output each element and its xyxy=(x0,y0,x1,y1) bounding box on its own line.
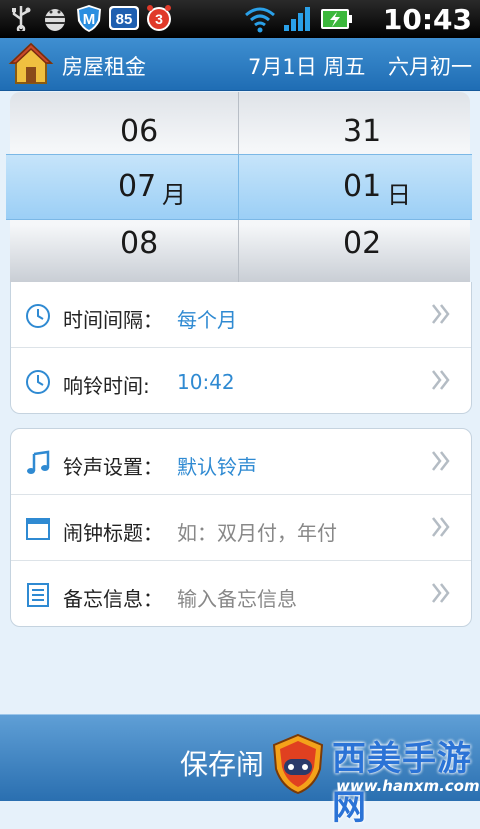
day-selected-cell[interactable]: 01 日 xyxy=(239,155,472,219)
memo-row[interactable]: 备忘信息： 输入备忘信息 xyxy=(11,560,471,626)
save-alarm-button[interactable]: 保存闹 xyxy=(180,743,264,783)
title-bar: 房屋租金 7月1日 周五 六月初一 xyxy=(0,38,480,91)
ring-time-label: 响铃时间: xyxy=(63,374,150,398)
alarm-3-icon: 3 xyxy=(144,3,174,33)
usb-icon xyxy=(6,3,36,33)
ring-time-value: 10:42 xyxy=(177,370,235,394)
chevron-right-icon xyxy=(431,368,451,392)
month-selected-cell[interactable]: 07 月 xyxy=(6,155,239,219)
battery-icon xyxy=(320,5,352,37)
day-unit: 日 xyxy=(387,181,411,209)
month-unit: 月 xyxy=(162,181,186,209)
header-date: 7月1日 周五 xyxy=(248,55,366,79)
page-title: 房屋租金 xyxy=(62,55,146,79)
clock-icon xyxy=(25,369,51,395)
month-next[interactable]: 08 xyxy=(120,226,158,261)
watermark-logo-icon xyxy=(270,733,326,795)
interval-row[interactable]: 时间间隔： 每个月 xyxy=(11,282,471,347)
day-prev[interactable]: 31 xyxy=(343,114,381,149)
badge-3-text: 3 xyxy=(155,11,163,27)
clock-icon xyxy=(25,303,51,329)
month-selected: 07 xyxy=(118,169,157,204)
memo-label: 备忘信息： xyxy=(63,587,163,611)
time-settings-card: 时间间隔： 每个月 响铃时间: 10:42 xyxy=(10,282,472,414)
signal-icon xyxy=(282,5,314,37)
wifi-icon xyxy=(244,5,276,37)
status-clock: 10:43 xyxy=(382,3,472,36)
day-next[interactable]: 02 xyxy=(343,226,381,261)
ringtone-row[interactable]: 铃声设置： 默认铃声 xyxy=(11,429,471,494)
m-shield-icon: M xyxy=(74,3,104,33)
status-bar: M 85 3 10:43 xyxy=(0,0,480,38)
interval-value: 每个月 xyxy=(177,308,237,332)
alarm-title-row[interactable]: 闹钟标题： 如：双月付，年付 xyxy=(11,494,471,560)
home-icon[interactable] xyxy=(8,41,54,87)
alarm-title-label: 闹钟标题： xyxy=(63,521,163,545)
memo-input[interactable]: 输入备忘信息 xyxy=(177,583,297,612)
day-selected: 01 xyxy=(343,169,382,204)
music-note-icon xyxy=(25,450,51,476)
ringtone-value: 默认铃声 xyxy=(177,455,257,479)
alarm-details-card: 铃声设置： 默认铃声 闹钟标题： 如：双月付，年付 备忘信息： 输入备忘信息 xyxy=(10,428,472,627)
chevron-right-icon xyxy=(431,449,451,473)
svg-text:M: M xyxy=(83,11,96,28)
window-icon xyxy=(25,516,51,542)
chevron-right-icon xyxy=(431,515,451,539)
notification-85-icon: 85 xyxy=(108,3,140,33)
chevron-right-icon xyxy=(431,581,451,605)
alarm-title-input[interactable]: 如：双月付，年付 xyxy=(177,517,337,546)
android-debug-icon xyxy=(40,3,70,33)
ringtone-label: 铃声设置： xyxy=(63,455,163,479)
note-icon xyxy=(25,582,51,608)
header-lunar-date: 六月初一 xyxy=(388,55,472,79)
chevron-right-icon xyxy=(431,302,451,326)
month-prev[interactable]: 06 xyxy=(120,114,158,149)
picker-selection-band: 07 月 01 日 xyxy=(6,154,472,220)
watermark-url: www.hanxm.com xyxy=(336,777,480,795)
badge-85-text: 85 xyxy=(116,11,133,28)
interval-label: 时间间隔： xyxy=(63,308,163,332)
bottom-bar: 保存闹 西美手游网 www.hanxm.com xyxy=(0,714,480,828)
ring-time-row[interactable]: 响铃时间: 10:42 xyxy=(11,347,471,413)
